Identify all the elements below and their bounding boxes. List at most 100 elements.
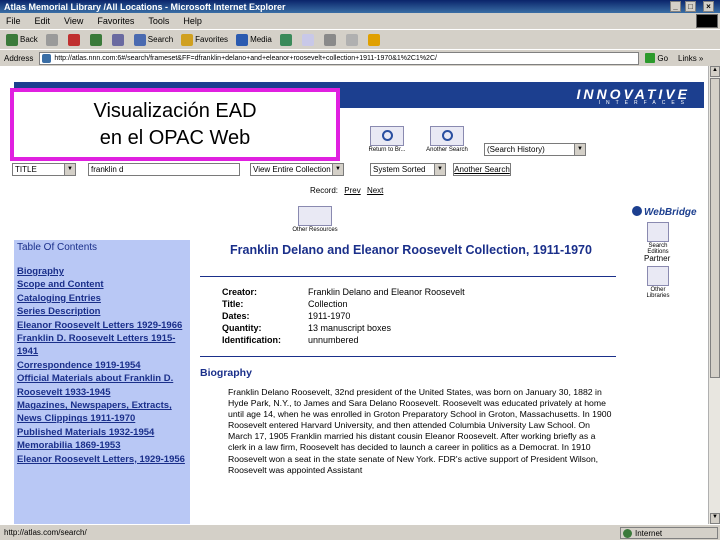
search-history-select[interactable]: (Search History) ▼ [484, 143, 586, 156]
field-label: Creator: [222, 287, 258, 297]
stop-icon [67, 33, 80, 46]
summary-row: Creator: Franklin Delano and Eleanor Roos… [222, 286, 620, 298]
status-bar: http://atlas.com/search/ Internet [0, 524, 720, 540]
other-resources-button[interactable]: Other Resources [292, 206, 338, 236]
return-label: Return to Br... [368, 147, 406, 153]
home-button[interactable] [111, 33, 126, 46]
field-label: Title: [222, 299, 244, 309]
back-button[interactable]: Back [6, 33, 38, 46]
other-libraries-icon [647, 266, 669, 286]
scroll-down-icon[interactable]: ▼ [710, 513, 720, 524]
history-button[interactable] [279, 33, 294, 46]
another-search-button[interactable]: Another Search [453, 163, 511, 176]
menu-favorites[interactable]: Favorites [97, 16, 134, 26]
close-button[interactable]: × [703, 1, 714, 12]
field-label: Quantity: [222, 323, 262, 333]
finding-aid-panel: Franklin Delano and Eleanor Roosevelt Co… [200, 240, 620, 524]
media-button[interactable]: Media [236, 33, 272, 46]
media-icon [236, 33, 249, 46]
links-button[interactable]: Links » [678, 54, 703, 63]
messenger-button[interactable] [367, 33, 382, 46]
vertical-scrollbar[interactable]: ▲ ▼ [708, 66, 720, 524]
toc-link[interactable]: Correspondence 1919-1954 [17, 359, 187, 372]
another-search-icon-button[interactable]: Another Search [424, 126, 470, 156]
toc-link[interactable]: Franklin D. Roosevelt Letters 1915-1941 [17, 332, 187, 359]
section-heading: Biography [200, 367, 252, 379]
summary-row: Quantity: 13 manuscript boxes [222, 322, 620, 334]
menu-tools[interactable]: Tools [148, 16, 169, 26]
other-resources-icon [298, 206, 332, 226]
history-icon [279, 33, 292, 46]
window-title: Atlas Memorial Library /All Locations - … [4, 1, 286, 12]
edit-button[interactable] [345, 33, 360, 46]
divider [200, 276, 616, 277]
favorites-button[interactable]: Favorites [181, 33, 229, 46]
go-button[interactable]: Go [645, 53, 668, 63]
search-label: Search [147, 35, 174, 44]
minimize-button[interactable]: _ [670, 1, 681, 12]
scroll-up-icon[interactable]: ▲ [710, 66, 720, 77]
security-zone: Internet [620, 527, 718, 539]
back-arrow-icon [6, 33, 18, 46]
next-link[interactable]: Next [367, 186, 383, 195]
refresh-button[interactable] [89, 33, 104, 46]
toc-link[interactable]: Eleanor Roosevelt Letters, 1929-1956 [17, 453, 187, 466]
menu-bar: File Edit View Favorites Tools Help [0, 13, 720, 29]
address-label: Address [4, 53, 34, 63]
refresh-icon [89, 33, 102, 46]
toc-link[interactable]: Eleanor Roosevelt Letters 1929-1966 [17, 319, 187, 332]
search-editions-icon [647, 222, 669, 242]
address-bar: Address http://atlas.nnn.com:6#/search/f… [0, 49, 720, 66]
collection-title: Franklin Delano and Eleanor Roosevelt Co… [230, 243, 592, 257]
search-query-input[interactable]: franklin d [88, 163, 240, 176]
menu-view[interactable]: View [64, 16, 83, 26]
menu-help[interactable]: Help [183, 16, 202, 26]
partner-label: Partner [644, 254, 671, 263]
table-of-contents: Table Of Contents Biography Scope and Co… [14, 240, 190, 524]
window-titlebar: Atlas Memorial Library /All Locations - … [0, 0, 720, 13]
prev-link[interactable]: Prev [344, 186, 360, 195]
maximize-button[interactable]: □ [685, 1, 696, 12]
toc-link[interactable]: Official Materials about Franklin D. Roo… [17, 372, 187, 399]
record-navigation: Record: Prev Next [310, 186, 383, 195]
toc-link[interactable]: Published Materials 1932-1954 [17, 426, 187, 439]
address-input[interactable]: http://atlas.nnn.com:6#/search/frameset&… [39, 51, 640, 65]
forward-arrow-icon [45, 33, 58, 46]
sort-select[interactable]: System Sorted ▼ [370, 163, 446, 176]
toc-link[interactable]: Scope and Content [17, 278, 187, 291]
mail-button[interactable] [301, 33, 316, 46]
summary-row: Dates: 1911-1970 [222, 310, 620, 322]
index-value: TITLE [15, 165, 37, 174]
search-editions-button[interactable]: Search Editions [640, 222, 676, 255]
scope-select[interactable]: View Entire Collection ▼ [250, 163, 344, 176]
menu-file[interactable]: File [6, 16, 21, 26]
collection-summary: Creator: Franklin Delano and Eleanor Roos… [222, 286, 620, 346]
toc-link[interactable]: Cataloging Entries [17, 292, 187, 305]
scroll-thumb[interactable] [710, 78, 720, 378]
toc-link[interactable]: Magazines, Newspapers, Extracts, News Cl… [17, 399, 187, 426]
ie-logo-icon [696, 14, 718, 28]
index-select[interactable]: TITLE ▼ [12, 163, 76, 176]
search-button[interactable]: Search [133, 33, 174, 46]
toc-link[interactable]: Series Description [17, 305, 187, 318]
toc-link[interactable]: Biography [17, 265, 187, 278]
return-button[interactable]: Return to Br... [364, 126, 410, 156]
sort-value: System Sorted [373, 165, 426, 174]
stop-button[interactable] [67, 33, 82, 46]
print-button[interactable] [323, 33, 338, 46]
field-value: 13 manuscript boxes [308, 323, 392, 333]
innovative-logo-sub: INTERFACES [598, 100, 690, 106]
record-label: Record: [310, 186, 339, 195]
menu-edit[interactable]: Edit [35, 16, 51, 26]
toc-link[interactable]: Memorabilia 1869-1953 [17, 439, 187, 452]
other-resources-label: Other Resources [292, 227, 338, 233]
return-icon [370, 126, 404, 146]
summary-row: Title: Collection [222, 298, 620, 310]
other-libraries-button[interactable]: Other Libraries [640, 266, 676, 299]
webbridge-logo: WebBridge [632, 206, 697, 218]
favorites-label: Favorites [195, 35, 229, 44]
edit-icon [345, 33, 358, 46]
chevron-down-icon: ▼ [434, 164, 445, 175]
forward-button[interactable] [45, 33, 60, 46]
browser-toolbar: Back Search Favorites Media [0, 29, 720, 49]
